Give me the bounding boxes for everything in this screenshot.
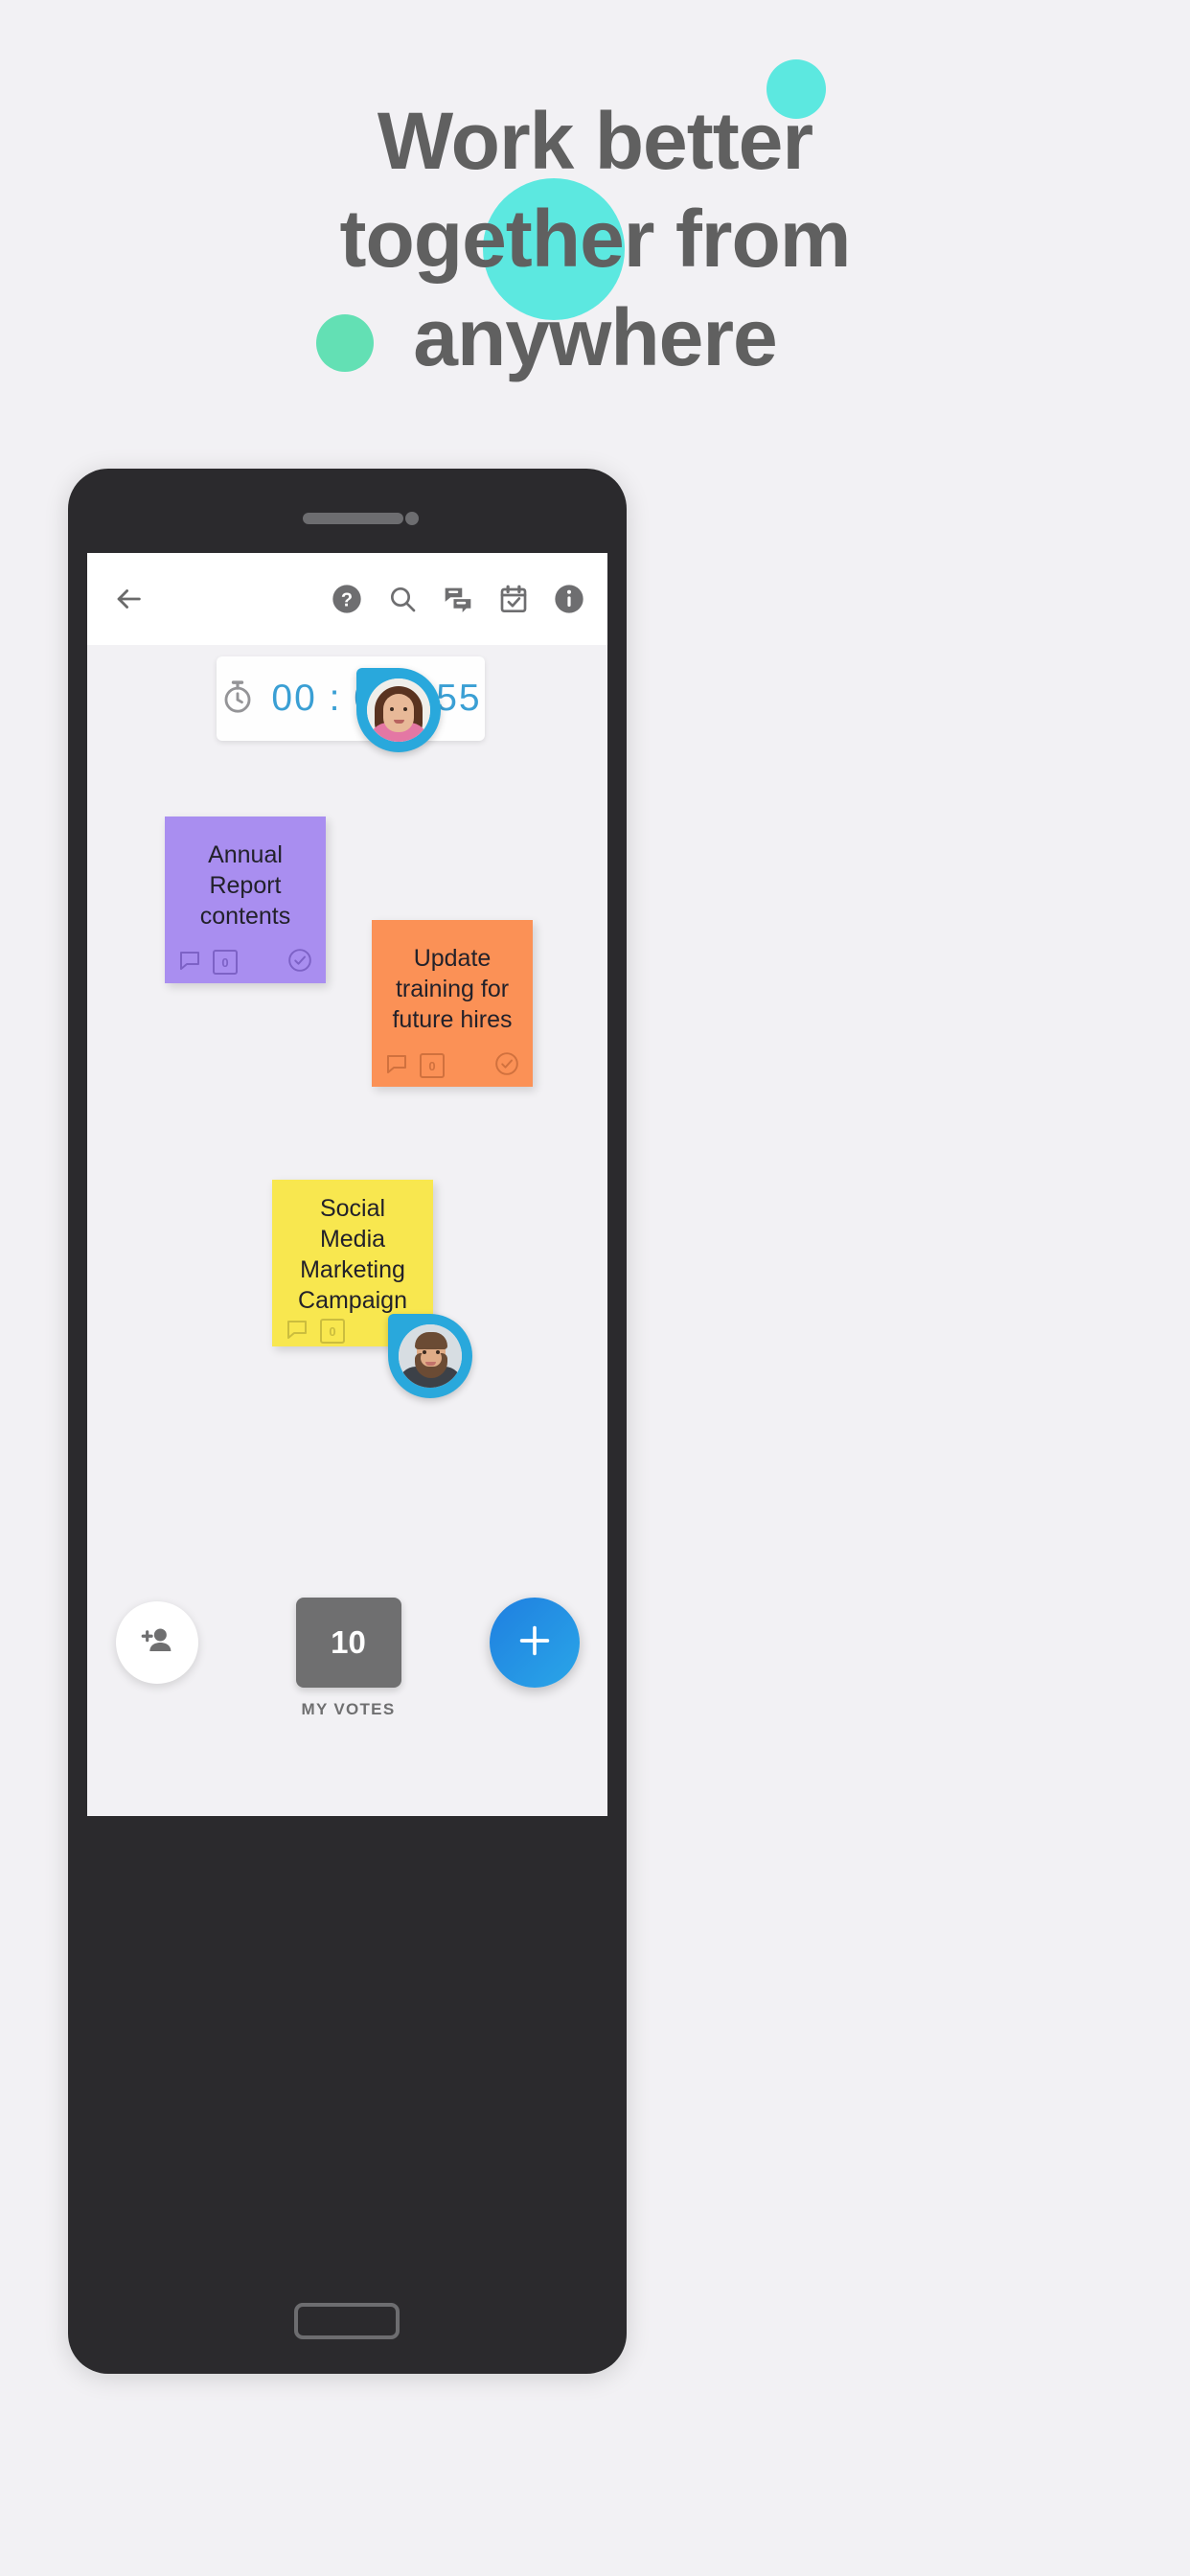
comment-icon[interactable]: [385, 1052, 408, 1080]
info-icon[interactable]: [546, 576, 592, 622]
app-screen: ? 00: 55 Annual Report contents 0 Updat…: [87, 553, 607, 1816]
back-arrow-icon[interactable]: [108, 579, 149, 619]
vote-count-icon[interactable]: 0: [320, 1319, 345, 1344]
page-title: Work better together from anywhere: [0, 92, 1190, 386]
sticky-note-footer: 0: [178, 941, 312, 983]
page-title-line-2: together from: [339, 194, 852, 285]
check-circle-icon[interactable]: [287, 948, 312, 978]
votes-label: MY VOTES: [301, 1700, 396, 1718]
avatar-female[interactable]: [356, 668, 441, 752]
sticky-note-update-training[interactable]: Update training for future hires 0: [372, 920, 533, 1087]
app-toolbar: ?: [87, 553, 607, 645]
plus-icon: [513, 1619, 557, 1668]
stopwatch-icon: [219, 678, 256, 720]
vote-count-value: 0: [221, 954, 229, 970]
sticky-note-text: Annual Report contents: [199, 841, 291, 930]
sticky-note-text: Social Media Marketing Campaign: [298, 1195, 407, 1314]
add-note-fab[interactable]: [490, 1598, 580, 1688]
votes-count-button[interactable]: 10: [295, 1598, 401, 1688]
search-icon[interactable]: [379, 576, 425, 622]
comment-icon[interactable]: [178, 949, 201, 977]
vote-count-value: 0: [428, 1058, 436, 1073]
comment-icon[interactable]: [286, 1318, 309, 1346]
votes-count-value: 10: [331, 1624, 366, 1660]
page-title-line-3: anywhere: [413, 291, 778, 382]
add-person-icon: [138, 1622, 176, 1665]
svg-text:?: ?: [341, 589, 353, 610]
help-icon[interactable]: ?: [324, 576, 370, 622]
phone-camera: [405, 512, 419, 525]
comments-icon[interactable]: [435, 576, 481, 622]
add-person-button[interactable]: [116, 1601, 198, 1684]
sticky-note-text: Update training for future hires: [392, 945, 513, 1033]
phone-mockup: ? 00: 55 Annual Report contents 0 Updat…: [68, 469, 627, 2374]
vote-count-value: 0: [329, 1323, 336, 1339]
sticky-note-annual-report[interactable]: Annual Report contents 0: [165, 816, 326, 983]
timer-card[interactable]: 00 : 09 : 55: [217, 656, 485, 741]
vote-count-icon[interactable]: 0: [213, 950, 238, 975]
avatar-male[interactable]: [388, 1314, 472, 1398]
phone-speaker: [303, 513, 403, 524]
avatar-image-male: [399, 1324, 462, 1388]
my-votes-group: 10 MY VOTES: [284, 1598, 413, 1719]
check-circle-icon[interactable]: [494, 1051, 519, 1081]
page-title-line-1: Work better: [377, 96, 813, 186]
phone-home-button[interactable]: [294, 2303, 400, 2339]
avatar-image-female: [367, 678, 430, 742]
vote-count-icon[interactable]: 0: [420, 1053, 445, 1078]
hero-section: Work better together from anywhere: [0, 0, 1190, 450]
agenda-icon[interactable]: [491, 576, 537, 622]
sticky-note-footer: 0: [385, 1045, 519, 1087]
